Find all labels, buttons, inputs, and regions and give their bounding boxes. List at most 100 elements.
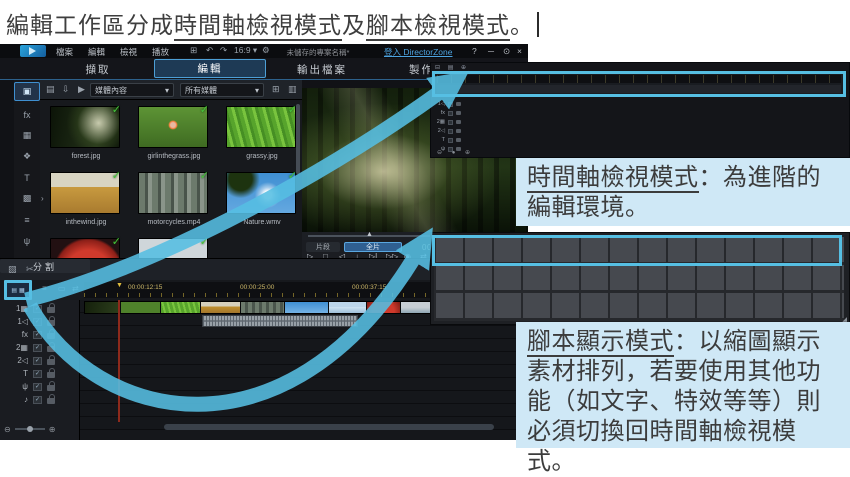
zoom-slider-thumb[interactable] — [26, 426, 33, 432]
track-enable-checkbox[interactable] — [33, 304, 42, 313]
track-header-audio2[interactable]: 2◁ — [0, 354, 80, 367]
media-room-icon[interactable]: ▣ — [14, 82, 40, 101]
transition-room-icon[interactable]: ▩ — [14, 189, 40, 208]
media-item[interactable]: ✓ motorcycles.mp4 — [138, 170, 209, 226]
zoom-slider[interactable] — [14, 426, 45, 432]
track-enable-checkbox[interactable] — [33, 317, 42, 326]
track-enable-checkbox[interactable] — [33, 343, 42, 352]
close-button[interactable]: × — [517, 46, 522, 56]
media-item[interactable]: ✓ grassy.jpg — [226, 104, 297, 160]
clip[interactable] — [201, 302, 241, 313]
particle-room-icon[interactable]: ❖ — [14, 147, 40, 166]
list-view-icon[interactable]: ▥ — [288, 84, 297, 95]
library-content-dropdown[interactable]: 媒體內容 ▾ — [90, 83, 174, 97]
lock-icon[interactable] — [47, 381, 55, 391]
power-button[interactable]: ⊙ — [503, 46, 510, 57]
library-menu-icon[interactable]: ▤ — [46, 84, 55, 95]
tab-edit[interactable]: 編輯 — [154, 59, 266, 78]
clip[interactable] — [329, 302, 367, 313]
lock-icon[interactable] — [47, 316, 55, 326]
timeline-horizontal-scrollbar[interactable] — [164, 424, 494, 430]
help-button[interactable]: ? — [472, 46, 477, 56]
timeline-zoom-controls: ⊖ ⊕ — [4, 422, 80, 436]
menu-view[interactable]: 檢視 — [120, 46, 137, 58]
track-enable-checkbox[interactable] — [33, 369, 42, 378]
track-enable-checkbox[interactable] — [33, 395, 42, 404]
track-enable-checkbox[interactable] — [33, 382, 42, 391]
effect-room-icon[interactable]: fx — [14, 105, 40, 124]
audio-mixing-room-icon[interactable]: ≡ — [14, 210, 40, 229]
range-select-icon[interactable]: ▭ — [58, 284, 66, 293]
tab-produce[interactable]: 輸出檔案 — [266, 58, 378, 80]
clip-mode-button[interactable]: 片段 — [306, 242, 340, 252]
lock-icon — [456, 138, 461, 142]
track-icon: T — [23, 369, 28, 378]
fit-timeline-icon[interactable]: ⇄ — [72, 284, 79, 293]
library-scrollbar[interactable] — [296, 104, 300, 174]
clip[interactable] — [367, 302, 401, 313]
clip[interactable] — [161, 302, 201, 313]
zoom-in-icon[interactable]: ⊕ — [49, 425, 56, 434]
tab-capture[interactable]: 擷取 — [42, 58, 154, 80]
menu-edit[interactable]: 編輯 — [88, 46, 105, 58]
scissors-icon[interactable]: ✂ — [26, 264, 34, 275]
lock-icon[interactable] — [47, 303, 55, 313]
playhead-marker[interactable]: ▼ — [116, 282, 123, 289]
check-icon: ✓ — [199, 104, 209, 116]
lock-icon[interactable] — [47, 342, 55, 352]
movie-mode-button[interactable]: 全片 — [344, 242, 402, 252]
download-media-icon[interactable]: ▶ — [78, 84, 85, 95]
heading-text-1: 編輯工作區分成 — [6, 12, 174, 38]
check-icon: ✓ — [199, 170, 209, 182]
minimize-button[interactable]: ─ — [488, 46, 494, 56]
grid-icon[interactable]: ⊞ — [190, 45, 197, 56]
clip[interactable] — [285, 302, 329, 313]
redo-icon[interactable]: ↷ — [220, 45, 227, 56]
track-header-music[interactable]: ♪ — [0, 393, 80, 406]
aspect-ratio-dropdown[interactable]: 16:9 ▾ — [234, 45, 257, 56]
text-cursor — [537, 12, 539, 37]
media-item[interactable]: ✓ — [50, 236, 121, 258]
media-filter-dropdown[interactable]: 所有媒體 ▾ — [180, 83, 264, 97]
media-filename: grassy.jpg — [246, 153, 278, 160]
track-header-title[interactable]: T — [0, 367, 80, 380]
media-item[interactable]: ✓ girlinthegrass.jpg — [138, 104, 209, 160]
audio-waveform-clip[interactable] — [202, 315, 358, 327]
video-track-clips[interactable] — [84, 301, 436, 314]
media-item[interactable]: ✓ forest.jpg — [50, 104, 121, 160]
import-media-icon[interactable]: ⇩ — [62, 84, 70, 95]
clip[interactable] — [241, 302, 285, 313]
grid-view-icon[interactable]: ⊞ — [272, 84, 280, 95]
clip[interactable] — [121, 302, 161, 313]
select-tool-icon[interactable]: ▧ — [8, 264, 17, 275]
menu-play[interactable]: 播放 — [152, 46, 169, 58]
title-room-icon[interactable]: T — [14, 168, 40, 187]
track-header-video2[interactable]: 2▦ — [0, 341, 80, 354]
directorzone-signin-link[interactable]: 登入 DirectorZone — [384, 46, 453, 58]
track-enable-checkbox — [448, 101, 453, 107]
track-enable-checkbox[interactable] — [33, 330, 42, 339]
media-item[interactable]: ✓ — [138, 236, 209, 258]
media-item[interactable]: ✓ inthewind.jpg — [50, 170, 121, 226]
lock-icon[interactable] — [47, 394, 55, 404]
track-header-audio1[interactable]: 1◁ — [0, 315, 80, 328]
track-manager-icon[interactable]: ≡ — [42, 284, 47, 293]
lock-icon[interactable] — [47, 329, 55, 339]
track-header-effect[interactable]: fx — [0, 328, 80, 341]
track-header-voice[interactable]: ψ — [0, 380, 80, 393]
voiceover-room-icon[interactable]: ψ — [14, 231, 40, 250]
track-header-video1[interactable]: 1▦ — [0, 302, 80, 315]
pip-objects-room-icon[interactable]: ▦ — [14, 126, 40, 145]
clip[interactable] — [401, 302, 431, 313]
seek-thumb[interactable]: ▲ — [366, 231, 373, 238]
zoom-out-icon[interactable]: ⊖ — [4, 425, 11, 434]
undo-icon[interactable]: ↶ — [206, 45, 213, 56]
panel-collapse-icon[interactable]: › — [41, 194, 44, 203]
track-enable-checkbox[interactable] — [33, 356, 42, 365]
view-mode-toggle[interactable]: ▤ ▦ — [4, 280, 32, 300]
media-item[interactable]: ✓ Nature.wmv — [226, 170, 297, 226]
lock-icon[interactable] — [47, 355, 55, 365]
clip[interactable] — [85, 302, 121, 313]
lock-icon[interactable] — [47, 368, 55, 378]
menu-file[interactable]: 檔案 — [56, 46, 73, 58]
